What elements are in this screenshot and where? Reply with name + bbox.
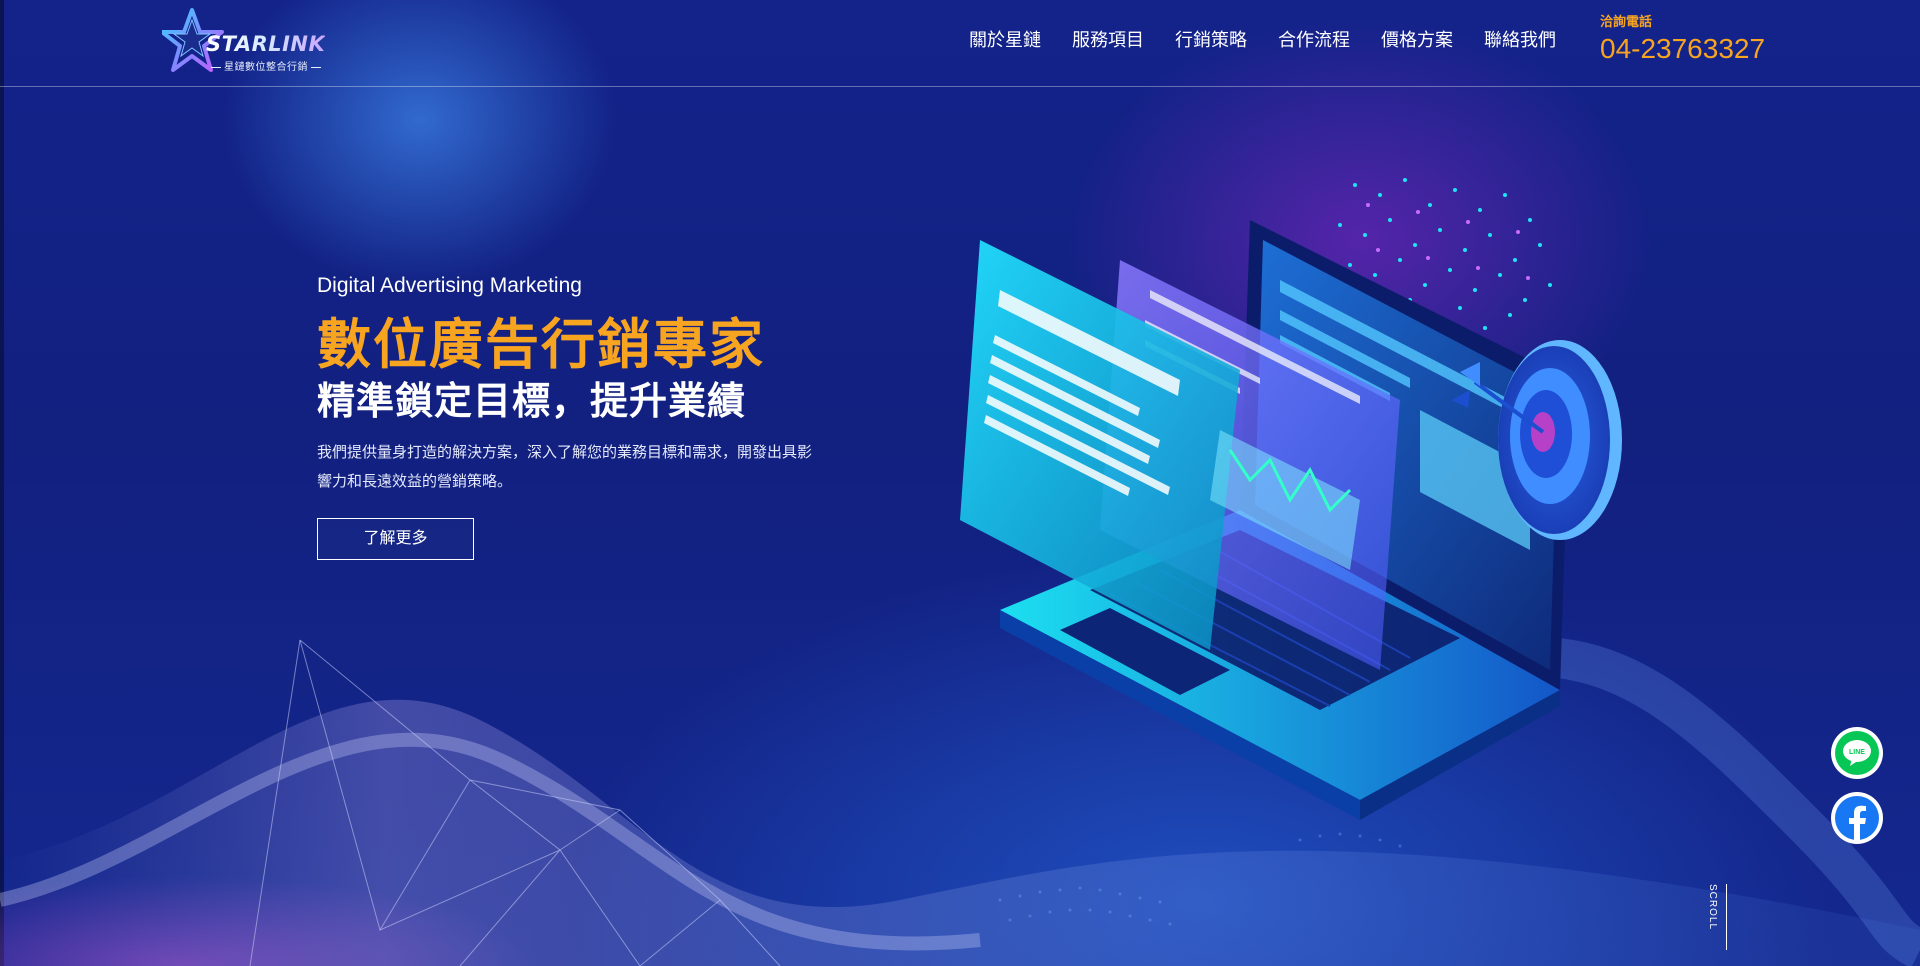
hero-eyebrow: Digital Advertising Marketing xyxy=(317,274,582,297)
starlink-logo[interactable]: STARLINK 星鏈數位整合行銷 xyxy=(162,6,326,76)
scroll-indicator[interactable]: SCROLL xyxy=(1706,884,1732,950)
learn-more-button[interactable]: 了解更多 xyxy=(317,518,474,560)
main-nav: 關於星鏈 服務項目 行銷策略 合作流程 價格方案 聯絡我們 xyxy=(969,28,1587,52)
nav-item-process[interactable]: 合作流程 xyxy=(1278,28,1350,52)
hero-description: 我們提供量身打造的解決方案，深入了解您的業務目標和需求，開發出具影響力和長遠效益… xyxy=(317,444,813,490)
line-icon: LINE xyxy=(1831,727,1883,779)
logo-subtitle: 星鏈數位整合行銷 xyxy=(208,58,324,73)
phone-number-link[interactable]: 04-23763327 xyxy=(1600,32,1765,66)
scroll-label: SCROLL xyxy=(1707,884,1718,931)
hero-title: 數位廣告行銷專家 xyxy=(317,315,765,375)
hero-subtitle: 精準鎖定目標，提升業績 xyxy=(317,381,747,423)
scroll-line xyxy=(1726,884,1727,950)
hero-content: Digital Advertising Marketing 數位廣告行銷專家 精… xyxy=(317,272,837,560)
line-button[interactable]: LINE xyxy=(1830,726,1884,780)
facebook-icon xyxy=(1831,792,1883,844)
nav-item-strategy[interactable]: 行銷策略 xyxy=(1175,28,1247,52)
logo-wordmark: STARLINK xyxy=(206,32,326,56)
laptop-illustration xyxy=(940,150,1670,830)
line-icon-label: LINE xyxy=(1849,749,1865,756)
nav-item-about[interactable]: 關於星鏈 xyxy=(969,28,1041,52)
facebook-button[interactable] xyxy=(1830,791,1884,845)
nav-item-pricing[interactable]: 價格方案 xyxy=(1381,28,1453,52)
nav-item-contact[interactable]: 聯絡我們 xyxy=(1484,28,1556,52)
phone-contact: 洽詢電話 04-23763327 xyxy=(1600,14,1765,66)
hero-page: STARLINK 星鏈數位整合行銷 關於星鏈 服務項目 行銷策略 合作流程 價格… xyxy=(0,0,1920,966)
site-header: STARLINK 星鏈數位整合行銷 關於星鏈 服務項目 行銷策略 合作流程 價格… xyxy=(0,0,1920,87)
nav-item-services[interactable]: 服務項目 xyxy=(1072,28,1144,52)
phone-label: 洽詢電話 xyxy=(1600,14,1653,29)
